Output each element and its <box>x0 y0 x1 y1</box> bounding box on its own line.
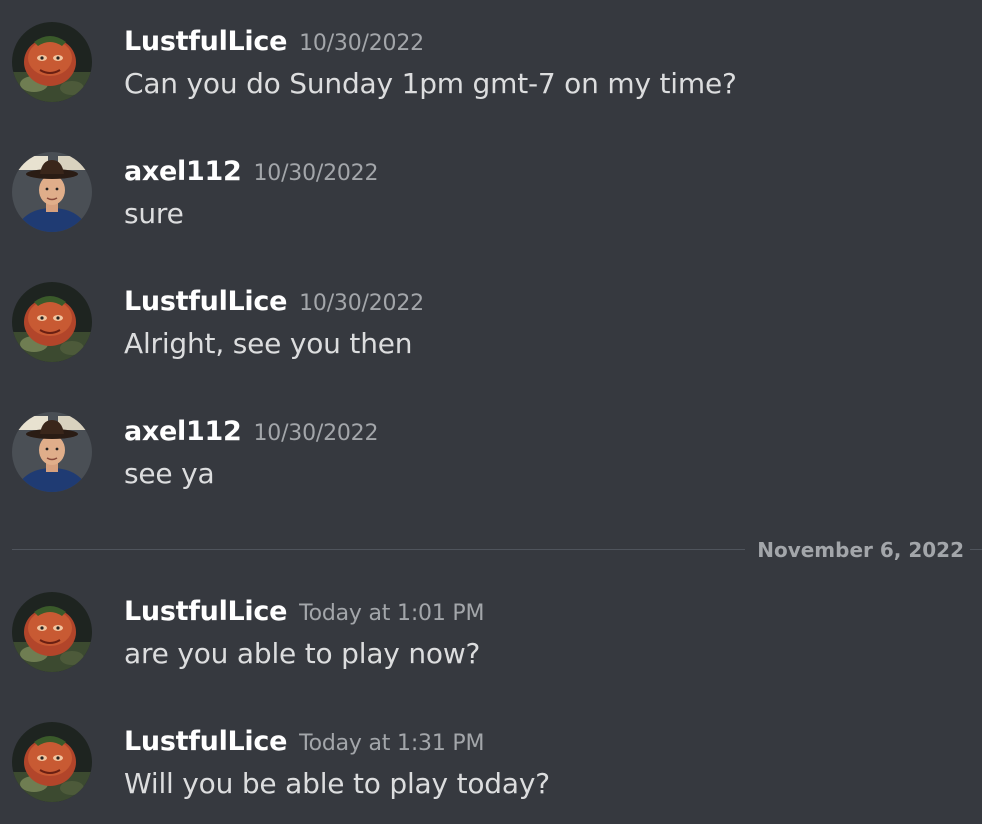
tomato-avatar-icon[interactable] <box>12 22 92 102</box>
message-header: axel112 10/30/2022 <box>124 154 378 190</box>
message-timestamp: Today at 1:01 PM <box>299 601 485 626</box>
cowboy-avatar-icon[interactable] <box>12 412 92 492</box>
message-content: Alright, see you then <box>124 327 413 360</box>
message: LustfulLice Today at 1:01 PM are you able… <box>0 592 982 692</box>
tomato-avatar-icon[interactable] <box>12 592 92 672</box>
message: axel112 10/30/2022 sure <box>0 152 982 252</box>
author-name[interactable]: LustfulLice <box>124 596 287 627</box>
author-name[interactable]: axel112 <box>124 156 242 187</box>
message-header: LustfulLice Today at 1:31 PM <box>124 724 484 760</box>
message: LustfulLice Today at 1:31 PM Will you be … <box>0 722 982 822</box>
message-content: Can you do Sunday 1pm gmt-7 on my time? <box>124 67 737 100</box>
author-name[interactable]: axel112 <box>124 416 242 447</box>
chat-messages: LustfulLice 10/30/2022 Can you do Sunday … <box>0 0 982 824</box>
message-header: LustfulLice 10/30/2022 <box>124 284 424 320</box>
message: axel112 10/30/2022 see ya <box>0 412 982 512</box>
message-timestamp: 10/30/2022 <box>299 31 424 56</box>
author-name[interactable]: LustfulLice <box>124 726 287 757</box>
message-header: LustfulLice 10/30/2022 <box>124 24 424 60</box>
message-timestamp: 10/30/2022 <box>299 291 424 316</box>
message-content: Will you be able to play today? <box>124 767 550 800</box>
author-name[interactable]: LustfulLice <box>124 26 287 57</box>
author-name[interactable]: LustfulLice <box>124 286 287 317</box>
message-header: LustfulLice Today at 1:01 PM <box>124 594 484 630</box>
message-timestamp: 10/30/2022 <box>253 421 379 446</box>
message-content: sure <box>124 197 184 230</box>
message: LustfulLice 10/30/2022 Can you do Sunday … <box>0 22 982 122</box>
tomato-avatar-icon[interactable] <box>12 282 92 362</box>
tomato-avatar-icon[interactable] <box>12 722 92 802</box>
message: LustfulLice 10/30/2022 Alright, see you t… <box>0 282 982 382</box>
message-content: see ya <box>124 457 215 490</box>
message-content: are you able to play now? <box>124 637 481 670</box>
message-timestamp: Today at 1:31 PM <box>299 731 485 756</box>
message-header: axel112 10/30/2022 <box>124 414 378 450</box>
date-divider-label: November 6, 2022 <box>745 536 970 564</box>
cowboy-avatar-icon[interactable] <box>12 152 92 232</box>
message-timestamp: 10/30/2022 <box>253 161 379 186</box>
